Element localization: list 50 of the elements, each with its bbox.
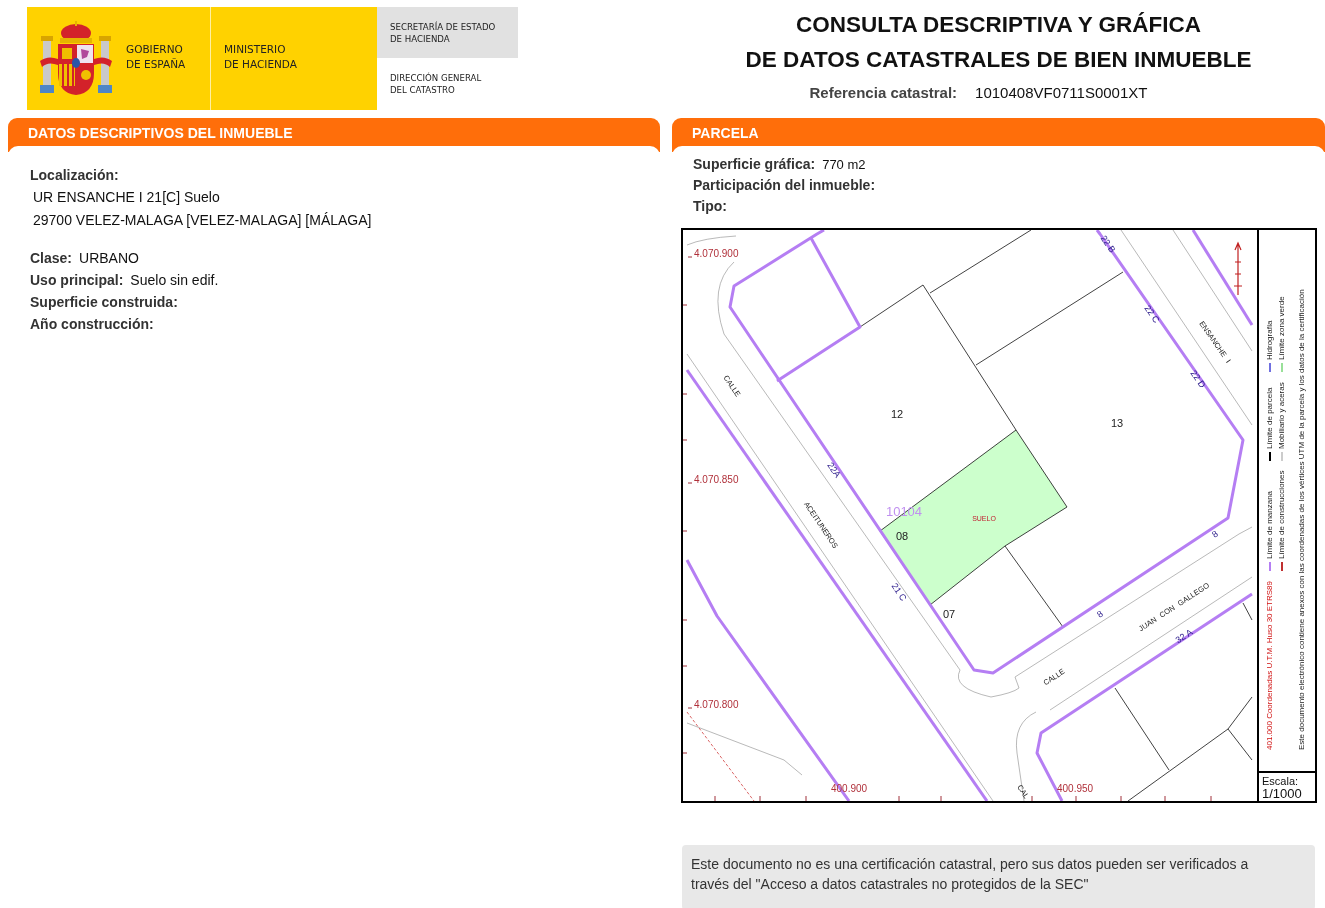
- legend-label: Límite de parcela: [1264, 387, 1275, 449]
- scale-value: 1/1000: [1262, 787, 1303, 800]
- field-label: Participación del inmueble:: [693, 176, 876, 195]
- parcel-boundary-line: [1242, 602, 1253, 621]
- field-value: 770 m2: [822, 156, 866, 174]
- reference-label: Referencia catastral:: [809, 83, 958, 103]
- address-line: UR ENSANCHE I 21[C] Suelo: [33, 188, 221, 207]
- field-label: Localización:: [30, 166, 120, 185]
- disclaimer-note: Este documento no es una certificación catastral, pero sus datos pueden ser verificados a través del "Acceso a datos catastrales no protegidos de la SEC": [682, 845, 1315, 908]
- coordinate-label: 4.070.800: [694, 699, 739, 710]
- field-label: Superficie construida:: [30, 293, 178, 312]
- coat-of-arms-icon: [40, 20, 112, 97]
- north-arrow-icon: [1233, 241, 1243, 296]
- field-value: URBANO: [79, 249, 139, 268]
- field-label: Año construcción:: [30, 315, 154, 334]
- house-number: 32 A: [1173, 626, 1195, 646]
- legend-label: Hidrografía: [1264, 320, 1275, 360]
- directorate-label: DIRECCIÓN GENERAL DEL CATASTRO: [389, 71, 483, 96]
- ministry-name: MINISTERIO DE HACIENDA: [224, 41, 297, 72]
- house-number: 22 D: [1188, 368, 1208, 390]
- coordinate-label: 4.070.850: [694, 474, 739, 485]
- field-label: Clase:: [30, 249, 73, 268]
- legend-label: Límite de manzana: [1264, 490, 1275, 559]
- parcel-number: 07: [942, 608, 956, 620]
- coordinate-system-note: 401.000 Coordenadas U.T.M. Huso 30 ETRS89: [1264, 581, 1275, 750]
- legend-label: Límite zona verde: [1276, 296, 1287, 360]
- field-label: Tipo:: [693, 197, 727, 216]
- parcel-number: 08: [895, 530, 909, 542]
- certification-note: Este documento electrónico contiene anexos con las coordenadas de los vértices UTM de la parcela y los datos de la certificación: [1296, 288, 1307, 750]
- legend-label: Mobiliario y aceras: [1276, 381, 1287, 449]
- house-number: 21 C: [889, 581, 909, 603]
- coordinate-label: 4.070.900: [694, 248, 739, 259]
- coordinate-label: 400.950: [1057, 783, 1094, 794]
- house-number: 22 C: [1142, 303, 1162, 325]
- address-line: 29700 VELEZ-MALAGA [VELEZ-MALAGA] [MÁLAGA]: [33, 211, 373, 230]
- parcel-number: 13: [1110, 417, 1124, 429]
- secretariat-label: SECRETARÍA DE ESTADO DE HACIENDA: [377, 7, 518, 58]
- house-number: 22 B: [1098, 233, 1118, 255]
- reference-value: 1010408VF0711S0001XT: [975, 83, 1148, 103]
- government-name: GOBIERNO DE ESPAÑA: [126, 41, 187, 72]
- house-number: 8: [1095, 608, 1105, 620]
- parcel-number: 12: [890, 408, 904, 420]
- field-label: Uso principal:: [30, 271, 124, 290]
- sidewalk-edge-line: [686, 235, 737, 246]
- house-number: 8: [1210, 528, 1220, 540]
- page-title: CONSULTA DESCRIPTIVA Y GRÁFICA DE DATOS CATASTRALES DE BIEN INMUEBLE: [744, 11, 1253, 74]
- field-label: Superficie gráfica:: [693, 155, 816, 174]
- field-value: Suelo sin edif.: [130, 271, 219, 290]
- scale-label: Escala:: [1262, 775, 1300, 787]
- legend-label: Límite de construcciones: [1276, 470, 1287, 559]
